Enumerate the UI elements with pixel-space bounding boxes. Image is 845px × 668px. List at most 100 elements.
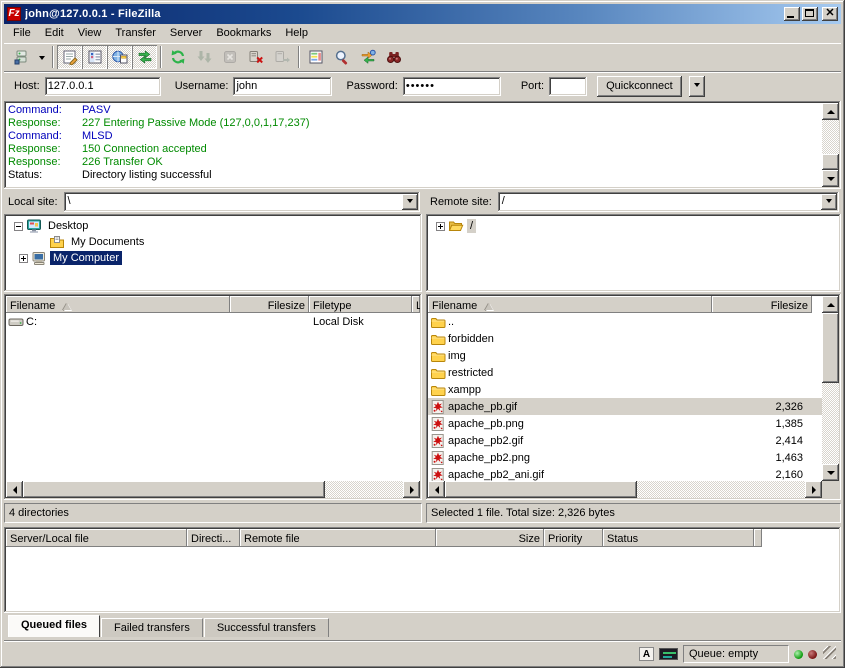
scroll-right-button[interactable] bbox=[805, 481, 822, 498]
disconnect-button[interactable] bbox=[243, 45, 269, 69]
remote-file-row[interactable]: img bbox=[428, 347, 822, 364]
log-entry: Command: MLSD bbox=[8, 130, 820, 143]
scroll-thumb[interactable] bbox=[23, 481, 325, 498]
menu-item[interactable]: Transfer bbox=[108, 25, 163, 42]
local-column-filename[interactable]: Filename bbox=[6, 296, 230, 313]
ascii-data-type-icon: A bbox=[639, 647, 654, 661]
queue-column-remote-file[interactable]: Remote file bbox=[240, 529, 436, 547]
scroll-down-button[interactable] bbox=[822, 464, 839, 481]
local-column-filesize[interactable]: Filesize bbox=[230, 296, 309, 313]
remote-site-dropdown-button[interactable] bbox=[821, 194, 837, 210]
remote-column-filesize[interactable]: Filesize bbox=[712, 296, 812, 313]
log-vertical-scrollbar[interactable] bbox=[822, 103, 839, 187]
queue-column-priority[interactable]: Priority bbox=[544, 529, 603, 547]
queue-column-server-local-file[interactable]: Server/Local file bbox=[6, 529, 187, 547]
disconnect-icon bbox=[248, 49, 264, 65]
scroll-down-button[interactable] bbox=[822, 170, 839, 187]
site-manager-button[interactable] bbox=[8, 45, 34, 69]
site-manager-icon bbox=[13, 49, 29, 65]
tree-item-root[interactable]: / bbox=[428, 218, 839, 234]
menu-item[interactable]: View bbox=[71, 25, 109, 42]
maximize-button[interactable] bbox=[802, 7, 818, 21]
local-site-combobox[interactable]: \ bbox=[64, 192, 420, 212]
toggle-local-tree-button[interactable] bbox=[82, 45, 107, 69]
port-input[interactable] bbox=[549, 77, 587, 96]
remote-horizontal-scrollbar[interactable] bbox=[428, 481, 822, 498]
minimize-icon bbox=[787, 16, 794, 18]
queue-column-status[interactable]: Status bbox=[603, 529, 754, 547]
toggle-remote-tree-button[interactable] bbox=[107, 45, 132, 69]
password-input[interactable] bbox=[403, 77, 501, 96]
collapse-expander-icon[interactable] bbox=[14, 222, 23, 231]
local-site-dropdown-button[interactable] bbox=[402, 194, 418, 210]
synchronized-browsing-button[interactable] bbox=[355, 45, 381, 69]
refresh-button[interactable] bbox=[165, 45, 191, 69]
queue-column-direction[interactable]: Directi... bbox=[187, 529, 240, 547]
expand-expander-icon[interactable] bbox=[436, 222, 445, 231]
process-queue-button[interactable] bbox=[191, 45, 217, 69]
arrow-left-icon bbox=[431, 486, 439, 494]
drive-icon bbox=[8, 314, 24, 330]
scroll-up-button[interactable] bbox=[822, 103, 839, 120]
close-button[interactable]: ✕ bbox=[822, 7, 838, 21]
resize-grip[interactable] bbox=[823, 646, 836, 659]
file-type-icon bbox=[430, 399, 446, 415]
remote-file-row[interactable]: restricted bbox=[428, 364, 822, 381]
find-files-button[interactable] bbox=[329, 45, 355, 69]
remote-file-row[interactable]: apache_pb2.png 1,463 bbox=[428, 449, 822, 466]
remote-vertical-scrollbar[interactable] bbox=[822, 296, 839, 481]
queue-column-size[interactable]: Size bbox=[436, 529, 544, 547]
quickconnect-button[interactable]: Quickconnect bbox=[597, 76, 682, 97]
remote-file-row[interactable]: forbidden bbox=[428, 330, 822, 347]
username-input[interactable] bbox=[233, 77, 332, 96]
scroll-thumb[interactable] bbox=[445, 481, 637, 498]
scroll-up-button[interactable] bbox=[822, 296, 839, 313]
directory-comparison-button[interactable] bbox=[303, 45, 329, 69]
remote-file-row[interactable]: xampp bbox=[428, 381, 822, 398]
tree-item-my-documents[interactable]: My Documents bbox=[6, 234, 420, 250]
reconnect-button[interactable] bbox=[269, 45, 295, 69]
toolbar bbox=[4, 43, 841, 70]
cancel-button[interactable] bbox=[217, 45, 243, 69]
menu-item[interactable]: Server bbox=[163, 25, 209, 42]
scroll-right-button[interactable] bbox=[403, 481, 420, 498]
queue-tab[interactable]: Queued files bbox=[8, 615, 100, 637]
scroll-thumb[interactable] bbox=[822, 154, 839, 170]
local-file-row[interactable]: C: Local Disk bbox=[6, 313, 420, 330]
remote-column-filename[interactable]: Filename bbox=[428, 296, 712, 313]
menu-item[interactable]: File bbox=[6, 25, 38, 42]
local-column-lastmodified[interactable]: L bbox=[412, 296, 420, 313]
toggle-log-button[interactable] bbox=[57, 45, 82, 69]
tree-item-label: My Documents bbox=[68, 235, 147, 249]
scroll-thumb[interactable] bbox=[822, 313, 839, 383]
minimize-button[interactable] bbox=[784, 7, 800, 21]
toggle-queue-button[interactable] bbox=[132, 45, 157, 69]
tree-item-desktop[interactable]: Desktop bbox=[6, 218, 420, 234]
scroll-left-button[interactable] bbox=[6, 481, 23, 498]
tree-item-my-computer[interactable]: My Computer bbox=[6, 250, 420, 266]
scroll-left-button[interactable] bbox=[428, 481, 445, 498]
local-site-value: \ bbox=[68, 195, 71, 207]
title-bar[interactable]: Fz john@127.0.0.1 - FileZilla ✕ bbox=[4, 4, 841, 24]
host-input[interactable] bbox=[45, 77, 161, 96]
toggle-remote-tree-icon bbox=[112, 49, 128, 65]
queue-tab[interactable]: Failed transfers bbox=[101, 618, 203, 637]
remote-file-row[interactable]: apache_pb.png 1,385 bbox=[428, 415, 822, 432]
menu-item[interactable]: Help bbox=[278, 25, 315, 42]
quickconnect-dropdown-button[interactable] bbox=[689, 76, 705, 97]
remote-file-row[interactable]: apache_pb.gif 2,326 bbox=[428, 398, 822, 415]
queue-tab[interactable]: Successful transfers bbox=[204, 618, 329, 637]
remote-file-row[interactable]: apache_pb2_ani.gif 2,160 bbox=[428, 466, 822, 481]
password-label: Password: bbox=[346, 80, 397, 92]
remote-file-row[interactable]: apache_pb2.gif 2,414 bbox=[428, 432, 822, 449]
remote-site-combobox[interactable]: / bbox=[498, 192, 839, 212]
site-manager-dropdown-button[interactable] bbox=[34, 45, 49, 69]
desktop-icon bbox=[26, 218, 42, 234]
menu-item[interactable]: Edit bbox=[38, 25, 71, 42]
local-horizontal-scrollbar[interactable] bbox=[6, 481, 420, 498]
expand-expander-icon[interactable] bbox=[19, 254, 28, 263]
remote-file-row[interactable]: .. bbox=[428, 313, 822, 330]
menu-item[interactable]: Bookmarks bbox=[209, 25, 278, 42]
filter-button[interactable] bbox=[381, 45, 407, 69]
local-column-filetype[interactable]: Filetype bbox=[309, 296, 412, 313]
